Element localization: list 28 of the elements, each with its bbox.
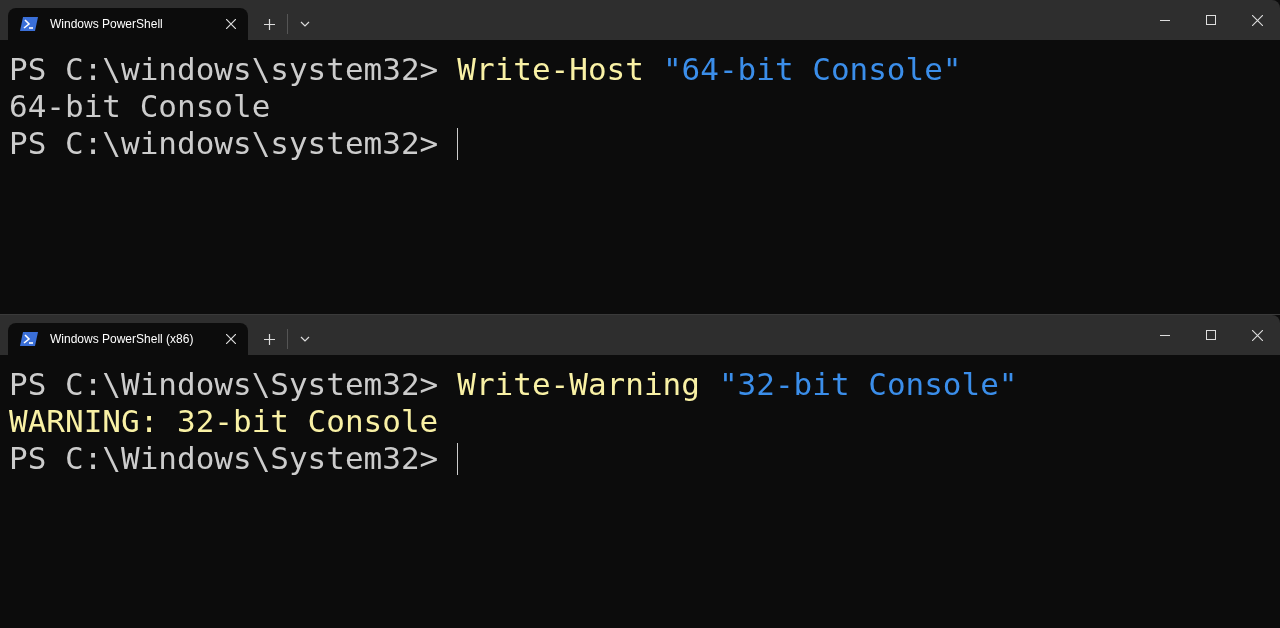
close-icon: [1251, 14, 1263, 26]
minimize-icon: [1160, 19, 1170, 21]
minimize-icon: [1160, 334, 1170, 336]
terminal-tab[interactable]: Windows PowerShell (x86): [8, 323, 248, 355]
close-icon[interactable]: [226, 19, 236, 29]
warning-text: WARNING: 32-bit Console: [9, 403, 439, 440]
maximize-icon: [1206, 330, 1216, 340]
maximize-icon: [1206, 15, 1216, 25]
string-argument: "32-bit Console": [718, 366, 1018, 403]
tab-title: Windows PowerShell (x86): [50, 331, 195, 348]
new-tab-icon[interactable]: [264, 333, 275, 345]
command-text: Write-Warning: [457, 366, 700, 403]
chevron-down-icon[interactable]: [300, 21, 310, 27]
terminal-tab[interactable]: Windows PowerShell: [8, 8, 248, 40]
prompt-text: PS C:\windows\system32>: [9, 51, 439, 88]
output-text: 64-bit Console: [9, 88, 271, 125]
prompt-text: PS C:\Windows\System32>: [9, 366, 439, 403]
powershell-icon: [20, 332, 38, 346]
tab-title: Windows PowerShell: [50, 16, 164, 33]
close-icon: [1251, 329, 1263, 341]
string-argument: "64-bit Console": [662, 51, 962, 88]
new-tab-icon[interactable]: [264, 18, 275, 30]
chevron-down-icon[interactable]: [300, 336, 310, 342]
close-icon[interactable]: [226, 334, 236, 344]
prompt-text: PS C:\windows\system32>: [9, 125, 439, 162]
prompt-text: PS C:\Windows\System32>: [9, 440, 439, 477]
command-text: Write-Host: [457, 51, 644, 88]
powershell-icon: [20, 17, 38, 31]
